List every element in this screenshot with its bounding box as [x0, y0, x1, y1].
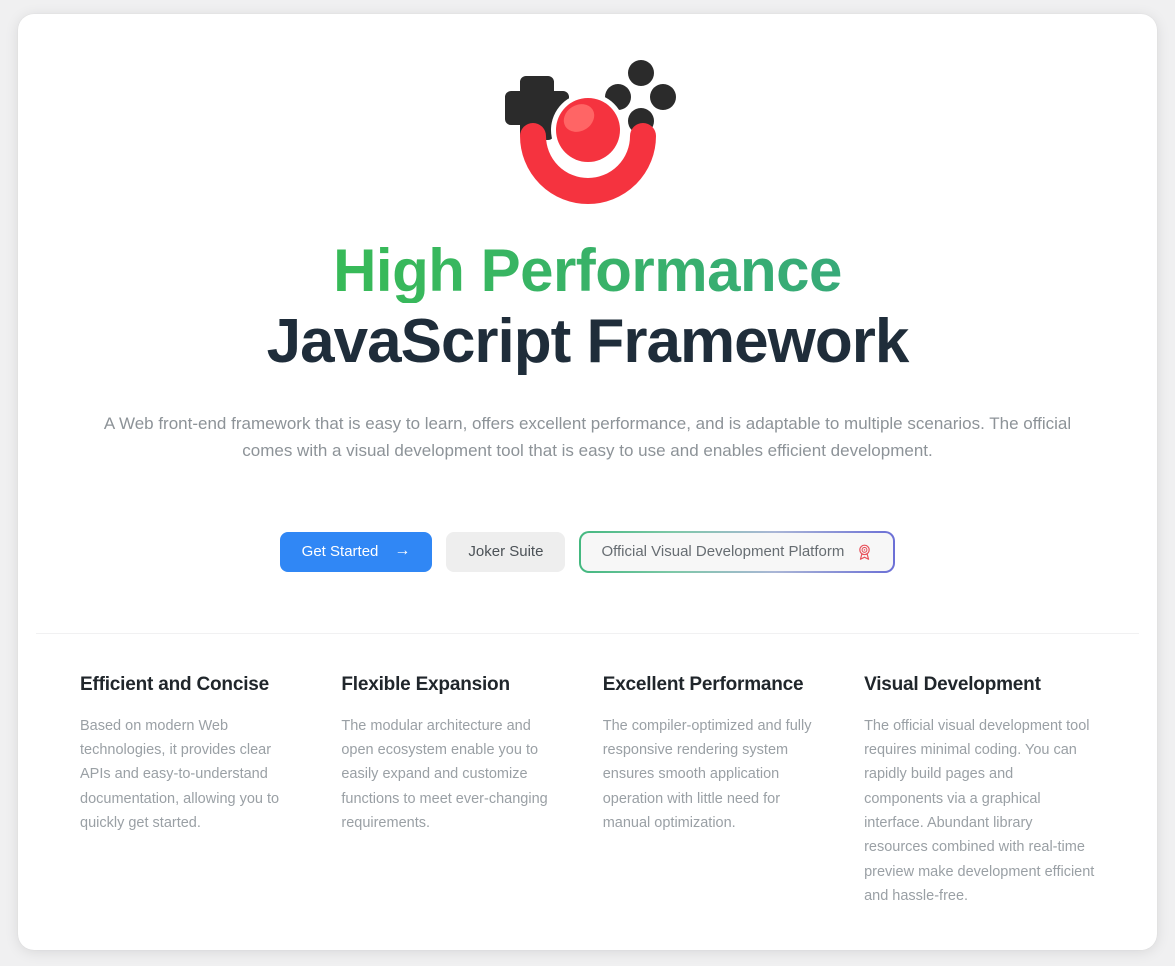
joker-suite-button[interactable]: Joker Suite: [446, 531, 566, 572]
feature-description: The modular architecture and open ecosys…: [341, 717, 548, 832]
feature-columns: Efficient and Concise Based on modern We…: [18, 634, 1157, 909]
feature-description: The compiler-optimized and fully respons…: [602, 717, 812, 832]
get-started-label: Get Started: [301, 543, 379, 561]
cta-button-row: Get Started → Joker Suite Official Visua…: [18, 530, 1157, 573]
landing-page-card: High Performance JavaScript Framework A …: [18, 14, 1157, 950]
official-visual-development-platform-button[interactable]: Official Visual Development Platform: [579, 530, 896, 573]
joker-clown-face-logo-icon: [504, 60, 676, 204]
official-platform-label: Official Visual Development Platform: [601, 543, 845, 561]
arrow-right-icon: →: [394, 541, 411, 559]
feature-card-excellent-performance: Excellent Performance The compiler-optim…: [603, 674, 864, 909]
get-started-button[interactable]: Get Started →: [279, 531, 433, 572]
page-title-accent: High Performance: [18, 239, 1157, 303]
feature-card-visual-development: Visual Development The official visual d…: [864, 674, 1095, 909]
medal-award-icon: [859, 544, 871, 560]
official-platform-button-inner: Official Visual Development Platform: [581, 532, 894, 571]
feature-title: Excellent Performance: [602, 673, 804, 695]
joker-suite-label: Joker Suite: [468, 543, 544, 561]
brand-logo: [18, 54, 1157, 239]
feature-title: Efficient and Concise: [80, 673, 270, 695]
hero-subtitle: A Web front-end framework that is easy t…: [103, 413, 1072, 461]
feature-title: Visual Development: [864, 673, 1041, 695]
feature-card-flexible-expansion: Flexible Expansion The modular architect…: [341, 674, 602, 909]
feature-title: Flexible Expansion: [341, 673, 510, 695]
feature-description: The official visual development tool req…: [864, 717, 1095, 905]
page-title-main: JavaScript Framework: [266, 306, 910, 376]
feature-card-efficient-and-concise: Efficient and Concise Based on modern We…: [80, 674, 341, 909]
hero-section: High Performance JavaScript Framework A …: [18, 14, 1157, 634]
feature-description: Based on modern Web technologies, it pro…: [80, 717, 280, 832]
